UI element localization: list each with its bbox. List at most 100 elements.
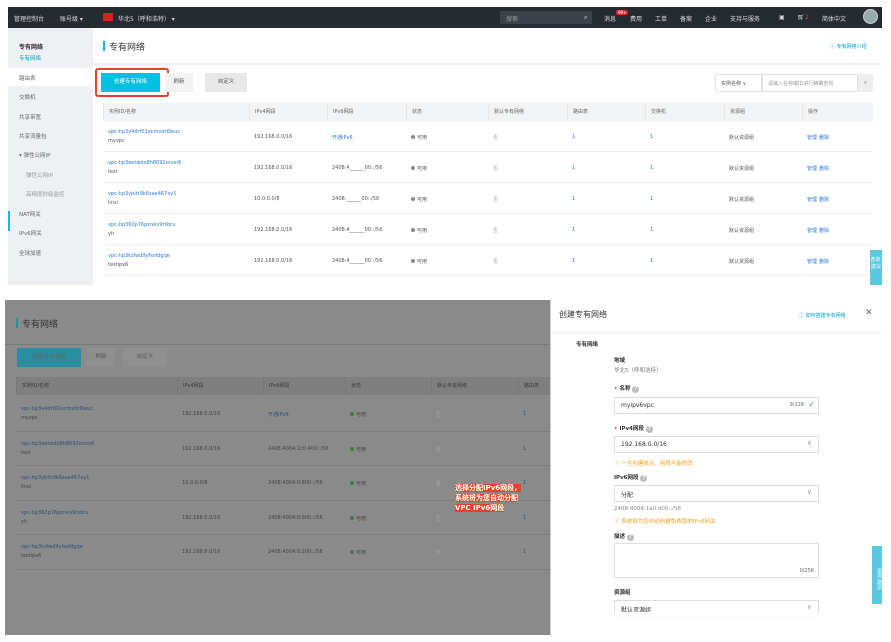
vpc-id-link[interactable]: vpc-hp3ybitr9k6sae467xy1 [108,191,176,197]
create-vpc-button[interactable]: 创建专有网络 [101,73,160,92]
sidebar-item[interactable]: 路由表 [19,74,36,82]
search-input[interactable]: 搜索 [500,11,592,24]
column-header[interactable]: IPv6网段 [327,103,406,121]
vswitch-count[interactable]: 1 [650,165,653,171]
vpc-id-link[interactable]: vpc-hp3eetwdo8h8092onon6 [21,441,94,447]
customize-button[interactable]: 自定义 [205,73,247,92]
help-icon[interactable]: ? [645,426,653,433]
delete-link[interactable]: 删除 [819,134,829,141]
refresh-button[interactable]: 刷新 [165,73,193,92]
cart-count: 2 [805,14,809,21]
nav-icp[interactable]: 备案 [680,14,692,23]
column-header[interactable]: 实例ID/名称 [16,377,177,395]
route-table-count[interactable]: 1 [572,134,575,140]
description-textarea[interactable]: 0/256 [614,543,819,578]
delete-link[interactable]: 删除 [819,258,829,265]
vpc-id-link[interactable]: vpc-hp3eetwdo8h8092onon6 [108,160,181,166]
vpc-id-link[interactable]: vpc-hp362p76pzreiv9rsbru [21,510,89,516]
sidebar-item[interactable]: 弹性公网IP [26,171,53,179]
create-vpc-button[interactable]: 创建专有网络 [17,348,81,367]
vswitch-count[interactable]: 1 [650,258,653,264]
column-header[interactable]: IPv6网段 [263,377,345,395]
route-table-count[interactable]: 1 [572,165,575,171]
route-table-count[interactable]: 1 [523,549,526,555]
column-header[interactable]: 路由表 [567,103,645,121]
console-link[interactable]: 管理控制台 [14,14,44,23]
column-header[interactable]: 状态 [406,103,488,121]
search-icon[interactable]: ⌕ [584,14,587,22]
ipv6-select[interactable]: 分配 ∨ [614,485,819,502]
delete-link[interactable]: 删除 [819,165,829,172]
sidebar-item[interactable]: 共享流量包 [19,132,47,140]
column-header[interactable]: 路由表 [518,377,550,395]
manage-link[interactable]: 管理 [807,227,817,234]
column-header[interactable]: 资源组 [724,103,802,121]
manage-link[interactable]: 管理 [807,165,817,172]
manage-link[interactable]: 管理 [807,196,817,203]
search-icon[interactable]: ⌕ [858,74,873,92]
vpc-id-link[interactable]: vpc-hp3kzlwd9yfssfdgqe [21,544,83,550]
route-table-count[interactable]: 1 [523,446,526,452]
ipv6-cidr[interactable]: 开通IPv6 [332,134,353,141]
nav-support[interactable]: 支持与服务 [730,14,760,23]
sidebar-item[interactable]: 高精度秒级监控 [26,190,65,198]
help-link[interactable]: ⓘ 专有网络介绍 [830,43,867,50]
route-table-count[interactable]: 1 [523,411,526,417]
column-header[interactable]: 默认专有网络 [488,103,567,121]
feedback-tab[interactable]: 咨询·建议 [870,250,882,285]
vpc-id-link[interactable]: vpc-hp3v4drf01ecmxdr6leuc [108,129,180,135]
filter-input[interactable]: 请输入名称或ID进行精确查询 [762,74,858,92]
cart-icon[interactable]: 🛒︎ [797,14,805,21]
sidebar-item[interactable]: 专有网络 [19,54,41,62]
messages-link[interactable]: 消息 [604,14,616,23]
sidebar-item[interactable]: 交换机 [19,93,36,101]
close-icon[interactable]: ✕ [865,308,873,318]
vswitch-count[interactable]: 1 [650,227,653,233]
help-icon[interactable]: ? [640,475,648,482]
refresh-button[interactable]: 刷新 [87,348,115,367]
column-header[interactable]: 操作 [802,103,873,121]
ipv6-cidr[interactable]: 开通IPv6 [268,411,289,418]
vpc-id-link[interactable]: vpc-hp3v4drf01ecmxdr6leuc [21,406,93,412]
language-selector[interactable]: 简体中文 [822,14,846,23]
name-input[interactable]: myipv6vpc 9/128 ✓ [614,397,819,414]
route-table-count[interactable]: 1 [523,515,526,521]
help-icon[interactable]: ? [632,386,640,393]
column-header[interactable]: IPv4网段 [177,377,263,395]
manage-link[interactable]: 管理 [807,134,817,141]
sidebar-item[interactable]: 共享带宽 [19,113,41,121]
column-header[interactable]: 状态 [345,377,431,395]
terminal-icon[interactable]: ▣ [779,14,785,21]
route-table-count[interactable]: 1 [572,258,575,264]
route-table-count[interactable]: 1 [572,227,575,233]
delete-link[interactable]: 删除 [819,196,829,203]
sidebar-item[interactable]: NAT网关 [19,210,41,218]
account-menu[interactable]: 账号级 ▾ [60,14,83,23]
ipv4-select[interactable]: 192.168.0.0/16 ∨ [614,436,819,453]
nav-tickets[interactable]: 工单 [655,14,667,23]
vpc-id-link[interactable]: vpc-hp362p76pzreiv9rsbru [108,222,176,228]
avatar[interactable] [863,9,878,24]
region-selector[interactable]: 华北5（呼和浩特） ▾ [118,14,175,23]
vswitch-count[interactable]: 1 [650,134,653,140]
sidebar-item[interactable]: ▾ 弹性公网IP [19,151,50,159]
customize-button[interactable]: 自定义 [123,348,167,367]
column-header[interactable]: IPv4网段 [249,103,327,121]
filter-select[interactable]: 实例名称 ∨ [715,74,762,92]
column-header[interactable]: 交换机 [645,103,724,121]
vpc-id-link[interactable]: vpc-hp3ybitr9k6sae467xy1 [21,475,89,481]
manage-link[interactable]: 管理 [807,258,817,265]
vpc-id-link[interactable]: vpc-hp3kzlwd9yfssfdgqe [108,253,170,259]
delete-link[interactable]: 删除 [819,227,829,234]
route-table-count[interactable]: 1 [572,196,575,202]
help-icon[interactable]: ? [626,534,634,541]
drawer-help-link[interactable]: ⓘ 如何搭建专有网络 [799,312,846,319]
feedback-tab[interactable]: 咨询·建议 [872,546,882,604]
nav-fees[interactable]: 费用 [630,14,642,23]
nav-enterprise[interactable]: 企业 [705,14,717,23]
column-header[interactable]: 默认专有网络 [431,377,518,395]
sidebar-item[interactable]: 全球加速 [19,249,41,257]
vswitch-count[interactable]: 1 [650,196,653,202]
column-header[interactable]: 实例ID/名称 [103,103,249,121]
sidebar-item[interactable]: IPv6网关 [19,229,42,237]
